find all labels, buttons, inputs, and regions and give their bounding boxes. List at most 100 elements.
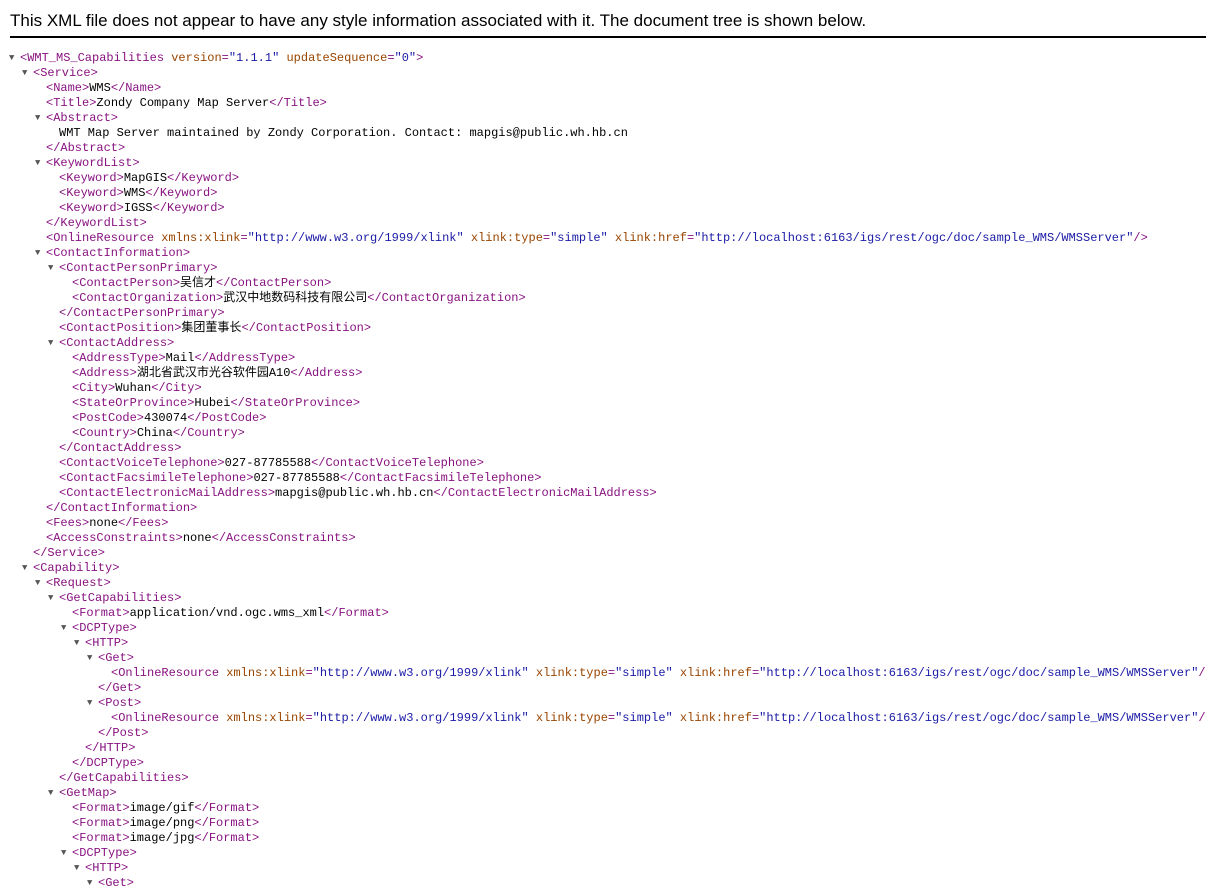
- collapse-toggle-icon[interactable]: ▼: [35, 576, 45, 591]
- collapse-toggle-icon[interactable]: ▼: [35, 246, 45, 261]
- xml-line: <ContactPosition>集团董事长</ContactPosition>: [59, 321, 371, 336]
- xml-tag: </GetCapabilities>: [59, 771, 189, 785]
- collapse-toggle-icon[interactable]: ▼: [22, 66, 32, 81]
- collapse-toggle-icon[interactable]: ▼: [74, 861, 84, 876]
- xml-line: <City>Wuhan</City>: [72, 381, 202, 396]
- xml-tag: </Post>: [98, 726, 149, 740]
- xml-tag: <OnlineResource: [111, 711, 227, 725]
- xml-line: WMT Map Server maintained by Zondy Corpo…: [59, 126, 628, 141]
- collapse-toggle-icon[interactable]: ▼: [48, 336, 58, 351]
- xml-tag: <ContactPersonPrimary>: [59, 261, 218, 275]
- xml-tag: <ContactFacsimileTelephone>: [59, 471, 254, 485]
- xml-line: </ContactPersonPrimary>: [59, 306, 225, 321]
- xml-line: <AddressType>Mail</AddressType>: [72, 351, 295, 366]
- collapse-toggle-icon[interactable]: ▼: [48, 591, 58, 606]
- xml-tag: </AccessConstraints>: [211, 531, 356, 545]
- xml-text: image/gif: [129, 801, 195, 815]
- xml-line: </Abstract>: [46, 141, 125, 156]
- xml-line: ▼ <Get>: [87, 876, 135, 891]
- xml-text: image/png: [129, 816, 195, 830]
- xml-line: <ContactOrganization>武汉中地数码科技有限公司</Conta…: [72, 291, 526, 306]
- xml-tag: <Format>: [72, 816, 130, 830]
- xml-line: <Format>image/gif</Format>: [72, 801, 259, 816]
- collapse-toggle-icon[interactable]: ▼: [87, 696, 97, 711]
- xml-attribute-value: "simple": [615, 711, 673, 725]
- collapse-toggle-icon[interactable]: ▼: [35, 111, 45, 126]
- xml-line: </ContactAddress>: [59, 441, 181, 456]
- xml-text: Zondy Company Map Server: [96, 96, 270, 110]
- xml-line: </GetCapabilities>: [59, 771, 189, 786]
- xml-line: <Address>湖北省武汉市光谷软件园A10</Address>: [72, 366, 362, 381]
- collapse-toggle-icon[interactable]: ▼: [87, 876, 97, 891]
- xml-tag: <Get>: [98, 876, 135, 890]
- xml-tag: <DCPType>: [72, 846, 137, 860]
- xml-line: <Format>image/jpg</Format>: [72, 831, 259, 846]
- xml-attribute-name: xmlns:xlink: [161, 231, 241, 245]
- xml-line: ▼ <HTTP>: [74, 636, 129, 651]
- xml-line: <AccessConstraints>none</AccessConstrain…: [46, 531, 356, 546]
- xml-tag: </ContactPosition>: [241, 321, 372, 335]
- xml-tag: <ContactInformation>: [46, 246, 191, 260]
- xml-tag: </ContactFacsimileTelephone>: [339, 471, 542, 485]
- xml-tag: <ContactOrganization>: [72, 291, 224, 305]
- xml-tag: <DCPType>: [72, 621, 137, 635]
- xml-tag: <Name>: [46, 81, 90, 95]
- xml-tag: [673, 666, 680, 680]
- xml-tag: />: [1198, 666, 1206, 680]
- xml-line: </Service>: [33, 546, 105, 561]
- xml-tag: </Format>: [194, 831, 260, 845]
- xml-tag: <Format>: [72, 606, 130, 620]
- xml-tag: </Name>: [110, 81, 162, 95]
- collapse-toggle-icon[interactable]: ▼: [87, 651, 97, 666]
- xml-line: ▼ <KeywordList>: [35, 156, 140, 171]
- xml-line: <Title>Zondy Company Map Server</Title>: [46, 96, 327, 111]
- xml-tag: </KeywordList>: [46, 216, 147, 230]
- xml-tag: <Format>: [72, 801, 130, 815]
- xml-attribute-value: "simple": [615, 666, 673, 680]
- xml-tag: <ContactElectronicMailAddress>: [59, 486, 276, 500]
- collapse-toggle-icon[interactable]: ▼: [74, 636, 84, 651]
- xml-text: WMS: [89, 81, 111, 95]
- xml-tag: <ContactVoiceTelephone>: [59, 456, 225, 470]
- xml-line: <Keyword>MapGIS</Keyword>: [59, 171, 239, 186]
- collapse-toggle-icon[interactable]: ▼: [48, 786, 58, 801]
- xml-tag: </Format>: [324, 606, 389, 620]
- collapse-toggle-icon[interactable]: ▼: [35, 156, 45, 171]
- xml-line: <OnlineResource xmlns:xlink="http://www.…: [46, 231, 1148, 246]
- xml-tag: <Keyword>: [59, 186, 124, 200]
- collapse-toggle-icon[interactable]: ▼: [9, 51, 19, 66]
- xml-line: ▼ <Post>: [87, 696, 141, 711]
- xml-attribute-name: xlink:href: [614, 231, 687, 245]
- xml-attribute-name: version: [171, 51, 222, 65]
- xml-tag: </HTTP>: [85, 741, 136, 755]
- xml-tag: <HTTP>: [85, 636, 129, 650]
- notice-divider: [10, 36, 1206, 38]
- xml-tag: <City>: [72, 381, 116, 395]
- xml-attribute-name: xlink:type: [535, 711, 608, 725]
- xml-tag: </Format>: [194, 801, 260, 815]
- notice-message: This XML file does not appear to have an…: [10, 11, 867, 30]
- xml-attribute-name: xmlns:xlink: [226, 711, 306, 725]
- xml-line: <Keyword>WMS</Keyword>: [59, 186, 217, 201]
- xml-tag: <GetCapabilities>: [59, 591, 182, 605]
- xml-tag: <PostCode>: [72, 411, 145, 425]
- collapse-toggle-icon[interactable]: ▼: [48, 261, 58, 276]
- xml-tag: </Fees>: [118, 516, 169, 530]
- xml-tag: </ContactInformation>: [46, 501, 198, 515]
- xml-text: WMS: [123, 186, 146, 200]
- xml-attribute-value: "http://localhost:6163/igs/rest/ogc/doc/…: [759, 666, 1199, 680]
- xml-tag: <StateOrProvince>: [72, 396, 195, 410]
- xml-line: </HTTP>: [85, 741, 135, 756]
- xml-line: ▼ <Request>: [35, 576, 111, 591]
- xml-text: Wuhan: [115, 381, 152, 395]
- xml-style-notice: This XML file does not appear to have an…: [0, 0, 1206, 38]
- xml-tag: [464, 231, 471, 245]
- xml-attribute-value: "http://www.w3.org/1999/xlink": [312, 666, 529, 680]
- collapse-toggle-icon[interactable]: ▼: [22, 561, 32, 576]
- xml-attribute-value: "0": [394, 51, 417, 65]
- xml-tag: </Keyword>: [145, 186, 218, 200]
- xml-tag: <Service>: [33, 66, 98, 80]
- xml-tag: =: [240, 231, 248, 245]
- collapse-toggle-icon[interactable]: ▼: [61, 846, 71, 861]
- collapse-toggle-icon[interactable]: ▼: [61, 621, 71, 636]
